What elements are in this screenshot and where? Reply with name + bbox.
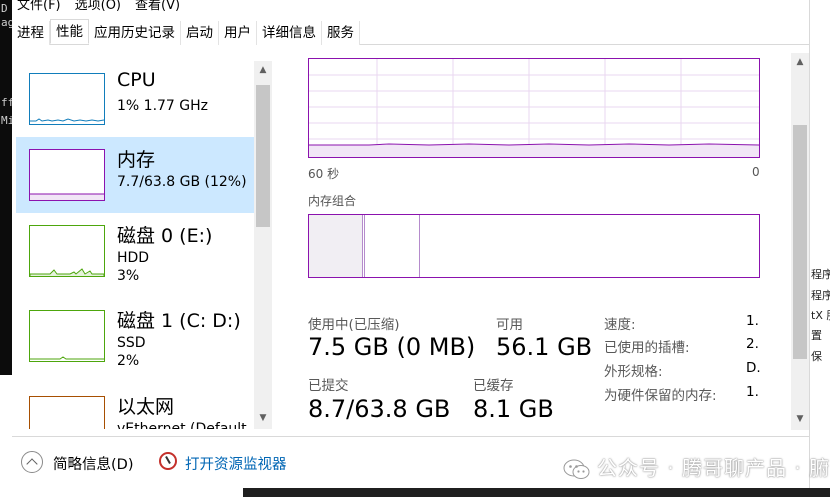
slots-used-label: 已使用的插槽: [604,340,690,356]
sidebar-item-usage: 2% [117,353,140,369]
memory-thumbnail-graph [29,149,105,201]
cached-value: 8.1 GB [473,395,554,423]
in-use-label: 使用中(已压缩) [308,317,400,333]
background-text: 保 [811,350,822,363]
available-label: 可用 [496,317,523,333]
main-scroll-thumb[interactable] [793,125,807,359]
background-strip [243,488,830,497]
tab-users[interactable]: 用户 [219,21,257,45]
sidebar-item-cpu[interactable]: CPU 1% 1.77 GHz [16,61,254,137]
tab-services[interactable]: 服务 [322,21,360,45]
watermark-text: 公众号 · 腾哥聊产品 · 腑 [597,456,830,480]
sidebar-item-title: 以太网 [117,396,175,418]
committed-value: 8.7/63.8 GB [308,395,451,423]
memory-usage-graph [308,58,760,158]
sidebar-item-subtitle: HDD [117,250,150,266]
menu-file[interactable]: 文件(F) [17,0,61,13]
sidebar-item-title: 磁盘 0 (E:) [117,225,213,247]
slots-used-value: 2. [746,336,759,352]
memory-composition-label: 内存组合 [308,194,357,208]
fewer-details-button[interactable]: 简略信息(D) [53,453,133,474]
open-resource-monitor-link[interactable]: 打开资源监视器 [185,453,287,474]
tab-processes[interactable]: 进程 [12,21,50,45]
main-scrollbar[interactable]: ▲ ▼ [791,53,809,430]
form-factor-value: D. [746,360,761,376]
hardware-reserved-value: 1. [746,384,759,400]
menu-bar: 文件(F) 选项(O) 查看(V) [12,0,180,13]
speed-value: 1. [746,313,759,329]
background-terminal: D ag ff Mi [0,0,14,375]
background-text: 置 [811,329,822,342]
scroll-up-icon[interactable]: ▲ [791,57,809,67]
composition-standby [364,215,420,277]
task-manager-window: 文件(F) 选项(O) 查看(V) 进程 性能 应用历史记录 启动 用户 详细信… [12,0,810,488]
disk-1-thumbnail-graph [29,310,105,362]
cached-label: 已缓存 [473,378,514,394]
sidebar-item-ethernet[interactable]: 以太网 vEthernet (Default [16,384,254,429]
tab-bar: 进程 性能 应用历史记录 启动 用户 详细信息 服务 [12,19,809,45]
tab-startup[interactable]: 启动 [181,21,219,45]
chevron-up-icon[interactable] [21,451,43,473]
composition-in-use [309,215,363,277]
scroll-down-icon[interactable]: ▼ [791,414,809,424]
sidebar-item-title: 磁盘 1 (C: D:) [117,310,241,332]
sidebar-item-disk-0[interactable]: 磁盘 0 (E:) HDD 3% [16,213,254,289]
sidebar-item-subtitle: vEthernet (Default [117,421,247,429]
tab-details[interactable]: 详细信息 [257,21,322,45]
sidebar-item-title: CPU [117,69,156,91]
background-text: 程序 [811,268,830,281]
committed-label: 已提交 [308,378,349,394]
graph-time-right-label: 0 [752,165,760,179]
scroll-down-icon[interactable]: ▼ [254,413,272,423]
form-factor-label: 外形规格: [604,364,663,380]
background-window: 程序 程序 tX 服 置 保 [810,260,830,370]
background-text: D [1,2,8,15]
sidebar-item-subtitle: SSD [117,335,146,351]
watermark: 公众号 · 腾哥聊产品 · 腑 [563,452,830,481]
sidebar-item-disk-1[interactable]: 磁盘 1 (C: D:) SSD 2% [16,298,254,374]
speed-label: 速度: [604,317,636,333]
tab-performance[interactable]: 性能 [50,19,89,44]
scroll-up-icon[interactable]: ▲ [254,65,272,75]
wechat-icon [563,459,590,479]
ethernet-thumbnail-graph [29,396,105,429]
cpu-thumbnail-graph [29,73,105,125]
sidebar-item-memory[interactable]: 内存 7.7/63.8 GB (12%) [16,137,254,213]
available-value: 56.1 GB [496,333,593,361]
performance-sidebar: CPU 1% 1.77 GHz 内存 7.7/63.8 GB (12%) 磁盘 … [16,61,254,429]
menu-options[interactable]: 选项(O) [75,0,121,13]
sidebar-item-subtitle: 7.7/63.8 GB (12%) [117,174,247,190]
in-use-value: 7.5 GB (0 MB) [308,333,476,361]
menu-view[interactable]: 查看(V) [135,0,180,13]
tab-app-history[interactable]: 应用历史记录 [89,21,181,45]
sidebar-scroll-thumb[interactable] [256,85,270,227]
background-text: 程序 [811,289,830,302]
memory-panel: 60 秒 0 内存组合 使用中(已压缩) 7.5 GB (0 MB) 可用 56… [274,45,789,429]
hardware-reserved-label: 为硬件保留的内存: [604,388,717,404]
sidebar-item-usage: 3% [117,268,140,284]
disk-0-thumbnail-graph [29,225,105,277]
sidebar-item-title: 内存 [117,149,156,171]
memory-composition-bar [308,214,760,278]
background-text: tX 服 [811,309,830,322]
resource-monitor-icon [159,452,177,470]
graph-time-left-label: 60 秒 [308,167,340,181]
sidebar-item-subtitle: 1% 1.77 GHz [117,98,209,114]
sidebar-scrollbar[interactable]: ▲ ▼ [254,61,272,429]
